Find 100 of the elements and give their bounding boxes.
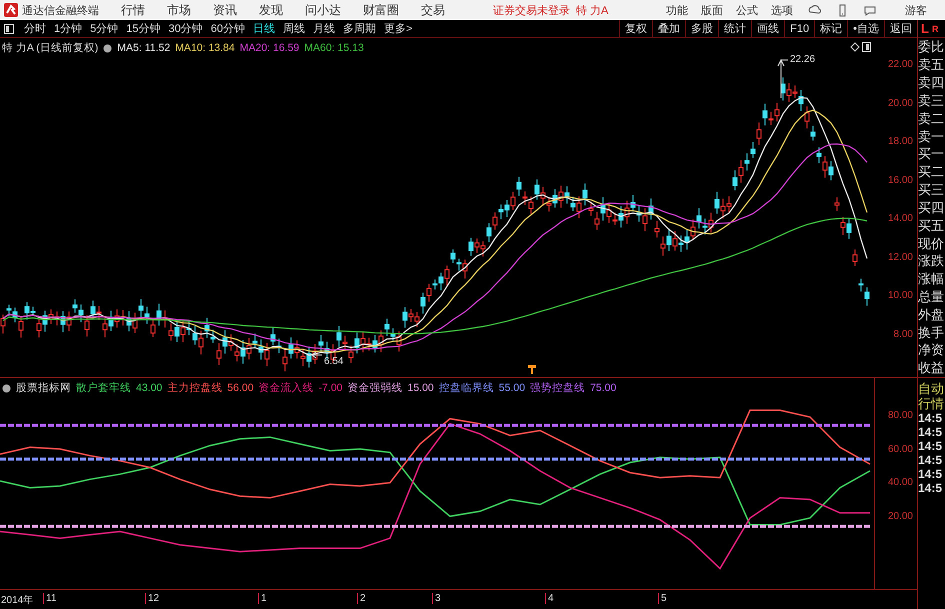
diamond-icon[interactable]: [850, 42, 860, 52]
menu-item[interactable]: 交易: [421, 2, 445, 18]
indicator-value: 75.00: [590, 382, 616, 394]
period-tab[interactable]: 更多>: [384, 21, 412, 36]
axis-label: 12.00: [888, 252, 913, 262]
moving-average-value: MA10: 13.84: [175, 42, 235, 54]
trade-time: 14:5: [918, 426, 944, 438]
settings-icon[interactable]: [2, 384, 11, 392]
indicator-line-label: 控盘临界线: [438, 381, 494, 395]
axis-label: 22.00: [888, 59, 913, 70]
period-tab[interactable]: 1分钟: [54, 21, 82, 36]
menu-item[interactable]: 市场: [167, 2, 191, 18]
time-axis-label: 2014年: [0, 594, 34, 607]
menu-item[interactable]: 行情: [121, 2, 145, 18]
indicator-value: -7.00: [318, 382, 342, 394]
menu-item[interactable]: 财富圈: [363, 2, 399, 18]
menu-item[interactable]: 发现: [259, 2, 283, 18]
quote-field-label: 涨跌: [918, 254, 945, 268]
menu-item[interactable]: 资讯: [213, 2, 237, 18]
stock-name: 特 力A: [576, 4, 608, 18]
high-price-label: 22.26: [790, 54, 816, 65]
toolbar-button[interactable]: 返回: [884, 20, 917, 38]
time-axis-label: 11: [43, 593, 56, 604]
toolbar-button[interactable]: •自选: [847, 20, 884, 38]
time-axis-label: 3: [432, 593, 441, 604]
low-arrow-icon: [311, 352, 322, 358]
axis-label: 14.00: [888, 213, 913, 224]
stock-label: 特 力A (日线前复权): [2, 41, 98, 55]
trade-time: 14:5: [918, 440, 944, 452]
indicator-line-label: 资金流入线: [258, 381, 314, 395]
trade-time: 14:5: [918, 482, 944, 494]
time-axis-label: 2: [357, 593, 366, 604]
menu-item[interactable]: 功能: [666, 2, 688, 18]
toolbar-button[interactable]: 统计: [718, 20, 752, 38]
indicator-line-label: 资金强弱线: [348, 381, 402, 395]
axis-label: 16.00: [888, 174, 913, 186]
quote-field-label: 买三: [918, 183, 945, 196]
quote-field-label: 买二: [918, 165, 945, 178]
toolbar-button[interactable]: 标记: [814, 20, 848, 38]
trade-time: 14:5: [918, 454, 944, 466]
period-tab[interactable]: 多周期: [343, 21, 376, 36]
axis-label: 80.00: [888, 410, 913, 422]
indicator-line-label: 主力控盘线: [167, 381, 222, 395]
trade-time: 14:5: [918, 412, 944, 424]
user-name[interactable]: 游客: [905, 2, 927, 18]
quote-field-label: 涨幅: [918, 272, 945, 286]
quote-field-label: 委比: [918, 40, 945, 54]
quote-field-label: 卖一: [918, 130, 945, 143]
quote-field-label: 现价: [918, 236, 945, 250]
axis-label: 10.00: [888, 290, 913, 301]
menu-item[interactable]: 选项: [771, 2, 793, 18]
period-tab[interactable]: 5分钟: [90, 21, 118, 36]
period-tab[interactable]: 30分钟: [168, 21, 203, 36]
period-tab[interactable]: 周线: [283, 21, 305, 36]
period-tab[interactable]: 分时: [24, 21, 46, 36]
toolbar-button[interactable]: 画线: [751, 20, 784, 38]
time-axis-label: 4: [545, 593, 554, 604]
axis-label: 18.00: [888, 136, 913, 147]
quote-field-label: 卖二: [918, 112, 945, 125]
quote-field-label: 卖三: [918, 94, 945, 107]
toolbar-button[interactable]: 复权: [619, 20, 652, 38]
settings-icon[interactable]: [103, 44, 112, 52]
toolbar-button[interactable]: F10: [784, 20, 814, 38]
indicator-value: 15.00: [408, 382, 434, 394]
app-logo-icon: [4, 3, 18, 17]
moving-average-value: MA20: 16.59: [240, 42, 300, 54]
indicator-value: 55.00: [498, 382, 526, 394]
indicator-line-label: 散户套牢线: [76, 381, 131, 395]
app-title: 通达信金融终端: [22, 4, 99, 18]
panel-toggle-icon[interactable]: [4, 24, 14, 34]
quote-field-label: 买四: [918, 200, 945, 214]
quote-field-label: 买一: [918, 147, 945, 160]
mode-label[interactable]: 行情: [918, 397, 945, 410]
indicator-value: 56.00: [227, 382, 254, 394]
moving-average-value: MA5: 11.52: [117, 42, 170, 54]
high-arrow-icon: [778, 58, 788, 98]
mode-label[interactable]: 自动: [918, 382, 945, 395]
menu-item[interactable]: 版面: [701, 2, 723, 18]
period-tab[interactable]: 60分钟: [210, 21, 245, 36]
login-status: 证券交易未登录: [493, 4, 570, 18]
menu-item[interactable]: 问小达: [305, 2, 341, 18]
axis-label: 20.00: [888, 98, 913, 108]
toolbar-button[interactable]: 叠加: [652, 20, 686, 38]
period-tab[interactable]: 月线: [313, 21, 335, 36]
axis-label: 40.00: [888, 477, 913, 488]
menu-item[interactable]: 公式: [736, 2, 758, 18]
event-marker-icon[interactable]: [528, 365, 536, 374]
quote-field-label: 外盘: [918, 308, 945, 321]
logo-letter: R: [932, 24, 938, 34]
panel-toggle-icon[interactable]: [862, 42, 871, 52]
quote-field-label: 收益: [918, 361, 945, 374]
low-price-label: 6.54: [324, 356, 344, 367]
period-tab[interactable]: 15分钟: [126, 21, 160, 36]
period-tab[interactable]: 日线: [253, 21, 275, 36]
toolbar-button[interactable]: 多股: [685, 20, 718, 38]
logo-letter: L: [921, 21, 929, 36]
axis-label: 20.00: [888, 510, 913, 522]
quote-field-label: 卖四: [918, 76, 945, 90]
time-axis-label: 5: [658, 593, 667, 604]
time-axis-label: 12: [145, 593, 160, 604]
